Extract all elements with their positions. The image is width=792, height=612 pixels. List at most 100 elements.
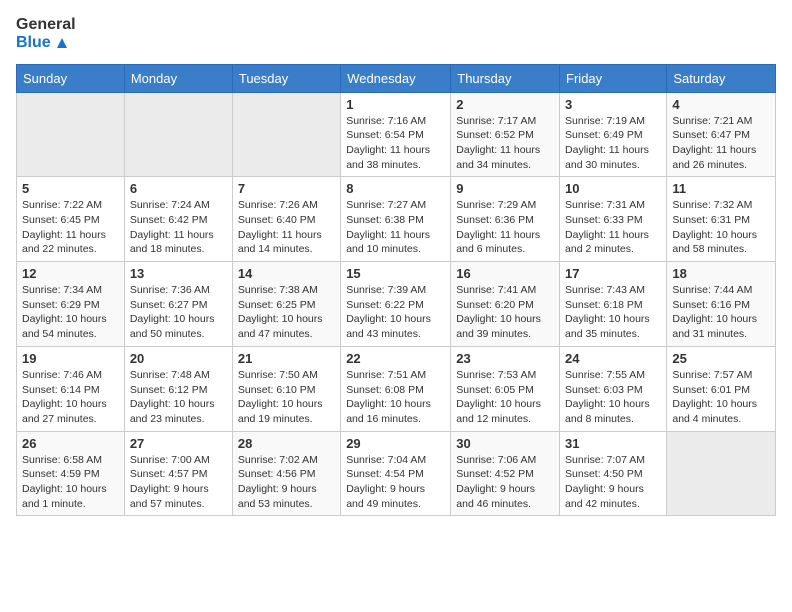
day-info: Sunrise: 7:07 AMSunset: 4:50 PMDaylight:… xyxy=(565,453,661,512)
calendar-cell: 14 Sunrise: 7:38 AMSunset: 6:25 PMDaylig… xyxy=(232,262,340,347)
day-number: 22 xyxy=(346,351,445,366)
calendar-cell: 5 Sunrise: 7:22 AMSunset: 6:45 PMDayligh… xyxy=(17,177,125,262)
calendar-cell: 25 Sunrise: 7:57 AMSunset: 6:01 PMDaylig… xyxy=(667,346,776,431)
day-number: 6 xyxy=(130,181,227,196)
calendar-cell: 30 Sunrise: 7:06 AMSunset: 4:52 PMDaylig… xyxy=(451,431,560,516)
weekday-header-wednesday: Wednesday xyxy=(341,64,451,92)
day-number: 19 xyxy=(22,351,119,366)
day-info: Sunrise: 7:06 AMSunset: 4:52 PMDaylight:… xyxy=(456,453,554,512)
day-info: Sunrise: 7:17 AMSunset: 6:52 PMDaylight:… xyxy=(456,114,554,173)
page-header: General Blue xyxy=(16,16,776,52)
calendar-cell: 16 Sunrise: 7:41 AMSunset: 6:20 PMDaylig… xyxy=(451,262,560,347)
day-number: 13 xyxy=(130,266,227,281)
day-number: 17 xyxy=(565,266,661,281)
day-number: 11 xyxy=(672,181,770,196)
day-number: 7 xyxy=(238,181,335,196)
weekday-header-friday: Friday xyxy=(560,64,667,92)
logo-general: General xyxy=(16,16,76,34)
day-info: Sunrise: 7:55 AMSunset: 6:03 PMDaylight:… xyxy=(565,368,661,427)
calendar-cell: 11 Sunrise: 7:32 AMSunset: 6:31 PMDaylig… xyxy=(667,177,776,262)
calendar-cell: 21 Sunrise: 7:50 AMSunset: 6:10 PMDaylig… xyxy=(232,346,340,431)
calendar-cell: 28 Sunrise: 7:02 AMSunset: 4:56 PMDaylig… xyxy=(232,431,340,516)
day-info: Sunrise: 7:34 AMSunset: 6:29 PMDaylight:… xyxy=(22,283,119,342)
calendar-table: SundayMondayTuesdayWednesdayThursdayFrid… xyxy=(16,64,776,517)
calendar-cell: 1 Sunrise: 7:16 AMSunset: 6:54 PMDayligh… xyxy=(341,92,451,177)
logo-triangle-icon xyxy=(53,34,71,52)
day-info: Sunrise: 7:22 AMSunset: 6:45 PMDaylight:… xyxy=(22,198,119,257)
day-info: Sunrise: 7:53 AMSunset: 6:05 PMDaylight:… xyxy=(456,368,554,427)
day-info: Sunrise: 7:26 AMSunset: 6:40 PMDaylight:… xyxy=(238,198,335,257)
day-number: 8 xyxy=(346,181,445,196)
day-number: 21 xyxy=(238,351,335,366)
calendar-week-row: 26 Sunrise: 6:58 AMSunset: 4:59 PMDaylig… xyxy=(17,431,776,516)
day-info: Sunrise: 7:43 AMSunset: 6:18 PMDaylight:… xyxy=(565,283,661,342)
day-number: 12 xyxy=(22,266,119,281)
day-info: Sunrise: 7:19 AMSunset: 6:49 PMDaylight:… xyxy=(565,114,661,173)
calendar-cell: 20 Sunrise: 7:48 AMSunset: 6:12 PMDaylig… xyxy=(124,346,232,431)
day-number: 14 xyxy=(238,266,335,281)
calendar-cell xyxy=(667,431,776,516)
weekday-header-tuesday: Tuesday xyxy=(232,64,340,92)
weekday-header-monday: Monday xyxy=(124,64,232,92)
day-number: 28 xyxy=(238,436,335,451)
day-info: Sunrise: 7:21 AMSunset: 6:47 PMDaylight:… xyxy=(672,114,770,173)
logo-blue: Blue xyxy=(16,34,76,52)
day-info: Sunrise: 7:27 AMSunset: 6:38 PMDaylight:… xyxy=(346,198,445,257)
calendar-cell: 22 Sunrise: 7:51 AMSunset: 6:08 PMDaylig… xyxy=(341,346,451,431)
day-number: 1 xyxy=(346,97,445,112)
calendar-cell: 19 Sunrise: 7:46 AMSunset: 6:14 PMDaylig… xyxy=(17,346,125,431)
day-info: Sunrise: 7:41 AMSunset: 6:20 PMDaylight:… xyxy=(456,283,554,342)
calendar-cell: 2 Sunrise: 7:17 AMSunset: 6:52 PMDayligh… xyxy=(451,92,560,177)
day-number: 26 xyxy=(22,436,119,451)
day-number: 3 xyxy=(565,97,661,112)
calendar-cell: 31 Sunrise: 7:07 AMSunset: 4:50 PMDaylig… xyxy=(560,431,667,516)
calendar-cell: 23 Sunrise: 7:53 AMSunset: 6:05 PMDaylig… xyxy=(451,346,560,431)
calendar-cell: 9 Sunrise: 7:29 AMSunset: 6:36 PMDayligh… xyxy=(451,177,560,262)
day-info: Sunrise: 7:02 AMSunset: 4:56 PMDaylight:… xyxy=(238,453,335,512)
day-info: Sunrise: 7:31 AMSunset: 6:33 PMDaylight:… xyxy=(565,198,661,257)
day-info: Sunrise: 7:50 AMSunset: 6:10 PMDaylight:… xyxy=(238,368,335,427)
calendar-cell: 26 Sunrise: 6:58 AMSunset: 4:59 PMDaylig… xyxy=(17,431,125,516)
weekday-header-sunday: Sunday xyxy=(17,64,125,92)
day-number: 23 xyxy=(456,351,554,366)
calendar-cell: 10 Sunrise: 7:31 AMSunset: 6:33 PMDaylig… xyxy=(560,177,667,262)
day-number: 4 xyxy=(672,97,770,112)
day-number: 5 xyxy=(22,181,119,196)
day-info: Sunrise: 7:04 AMSunset: 4:54 PMDaylight:… xyxy=(346,453,445,512)
day-info: Sunrise: 7:24 AMSunset: 6:42 PMDaylight:… xyxy=(130,198,227,257)
day-number: 30 xyxy=(456,436,554,451)
day-number: 24 xyxy=(565,351,661,366)
day-info: Sunrise: 7:46 AMSunset: 6:14 PMDaylight:… xyxy=(22,368,119,427)
day-number: 20 xyxy=(130,351,227,366)
calendar-cell: 8 Sunrise: 7:27 AMSunset: 6:38 PMDayligh… xyxy=(341,177,451,262)
calendar-week-row: 5 Sunrise: 7:22 AMSunset: 6:45 PMDayligh… xyxy=(17,177,776,262)
day-info: Sunrise: 7:32 AMSunset: 6:31 PMDaylight:… xyxy=(672,198,770,257)
calendar-cell: 4 Sunrise: 7:21 AMSunset: 6:47 PMDayligh… xyxy=(667,92,776,177)
day-number: 9 xyxy=(456,181,554,196)
day-number: 25 xyxy=(672,351,770,366)
calendar-cell: 6 Sunrise: 7:24 AMSunset: 6:42 PMDayligh… xyxy=(124,177,232,262)
day-info: Sunrise: 7:38 AMSunset: 6:25 PMDaylight:… xyxy=(238,283,335,342)
day-info: Sunrise: 7:57 AMSunset: 6:01 PMDaylight:… xyxy=(672,368,770,427)
calendar-cell xyxy=(232,92,340,177)
day-number: 10 xyxy=(565,181,661,196)
calendar-cell: 29 Sunrise: 7:04 AMSunset: 4:54 PMDaylig… xyxy=(341,431,451,516)
calendar-cell: 17 Sunrise: 7:43 AMSunset: 6:18 PMDaylig… xyxy=(560,262,667,347)
day-info: Sunrise: 7:29 AMSunset: 6:36 PMDaylight:… xyxy=(456,198,554,257)
day-number: 31 xyxy=(565,436,661,451)
calendar-cell: 7 Sunrise: 7:26 AMSunset: 6:40 PMDayligh… xyxy=(232,177,340,262)
calendar-cell xyxy=(17,92,125,177)
day-info: Sunrise: 7:48 AMSunset: 6:12 PMDaylight:… xyxy=(130,368,227,427)
day-number: 27 xyxy=(130,436,227,451)
day-number: 16 xyxy=(456,266,554,281)
day-number: 18 xyxy=(672,266,770,281)
calendar-cell: 13 Sunrise: 7:36 AMSunset: 6:27 PMDaylig… xyxy=(124,262,232,347)
day-info: Sunrise: 6:58 AMSunset: 4:59 PMDaylight:… xyxy=(22,453,119,512)
calendar-week-row: 19 Sunrise: 7:46 AMSunset: 6:14 PMDaylig… xyxy=(17,346,776,431)
weekday-header-saturday: Saturday xyxy=(667,64,776,92)
calendar-cell: 18 Sunrise: 7:44 AMSunset: 6:16 PMDaylig… xyxy=(667,262,776,347)
calendar-cell: 27 Sunrise: 7:00 AMSunset: 4:57 PMDaylig… xyxy=(124,431,232,516)
day-info: Sunrise: 7:39 AMSunset: 6:22 PMDaylight:… xyxy=(346,283,445,342)
day-info: Sunrise: 7:00 AMSunset: 4:57 PMDaylight:… xyxy=(130,453,227,512)
day-number: 15 xyxy=(346,266,445,281)
